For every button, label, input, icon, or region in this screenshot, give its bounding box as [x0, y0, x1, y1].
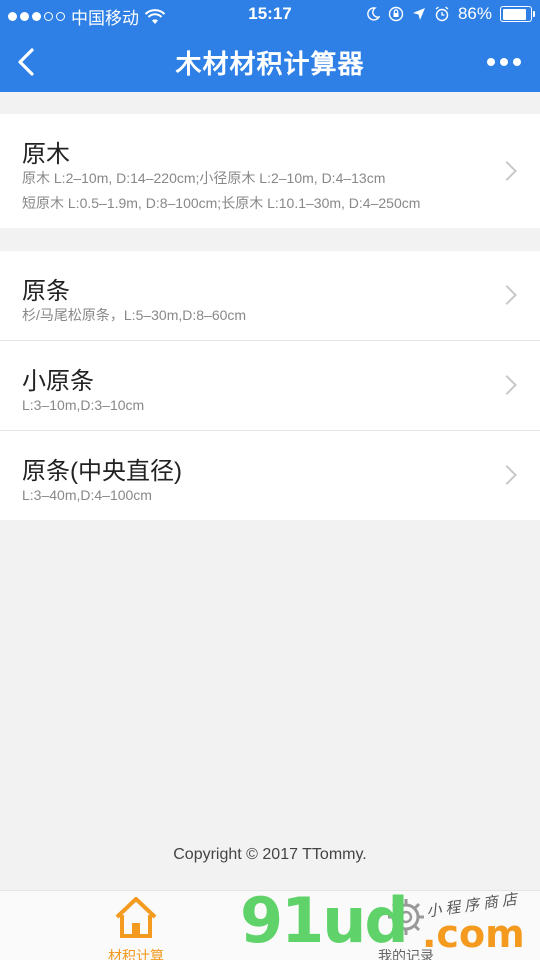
chevron-right-icon	[497, 465, 517, 485]
battery-icon	[500, 6, 535, 22]
watermark-brand: 91ud	[240, 884, 409, 957]
tab-calculate[interactable]: 材积计算	[76, 895, 196, 960]
moon-icon	[367, 7, 380, 21]
chevron-right-icon	[497, 285, 517, 305]
item-desc: L:3–40m,D:4–100cm	[22, 487, 152, 503]
alarm-icon	[435, 6, 449, 22]
nav-bar: 木材材积计算器	[0, 30, 540, 92]
list-item-yuanmu[interactable]: 原木 原木 L:2–10m, D:14–220cm;小径原木 L:2–10m, …	[0, 114, 540, 228]
tab-label: 材积计算	[108, 948, 164, 960]
status-bar: 中国移动 15:17 86%	[0, 0, 540, 30]
watermark: 91ud .com 小程序商店	[240, 884, 540, 960]
status-right: 86%	[366, 4, 535, 24]
item-name: 原木	[22, 141, 70, 168]
list-item-xiaoyuantiao[interactable]: 小原条 L:3–10m,D:3–10cm	[0, 341, 540, 431]
item-name: 原条	[22, 278, 70, 305]
more-icon[interactable]	[484, 52, 524, 72]
location-icon	[412, 8, 425, 20]
item-desc-line: 短原木 L:0.5–1.9m, D:8–100cm;长原木 L:10.1–30m…	[22, 195, 421, 211]
copyright-text: Copyright © 2017 TTommy.	[173, 846, 367, 863]
item-desc: 原木 L:2–10m, D:14–220cm;小径原木 L:2–10m, D:4…	[22, 166, 420, 216]
item-desc-line: 原木 L:2–10m, D:14–220cm;小径原木 L:2–10m, D:4…	[22, 170, 386, 186]
list-item-yuantiao-center[interactable]: 原条(中央直径) L:3–40m,D:4–100cm	[0, 431, 540, 520]
item-desc: L:3–10m,D:3–10cm	[22, 397, 145, 413]
top-bar: 中国移动 15:17 86% 木材材积计算器	[0, 0, 540, 92]
chevron-right-icon	[497, 375, 517, 395]
home-icon	[115, 897, 157, 938]
item-name: 原条(中央直径)	[22, 458, 182, 485]
list-item-yuantiao[interactable]: 原条 杉/马尾松原条，L:5–30m,D:8–60cm	[0, 251, 540, 341]
list-group-1: 原木 原木 L:2–10m, D:14–220cm;小径原木 L:2–10m, …	[0, 114, 540, 228]
list-group-2: 原条 杉/马尾松原条，L:5–30m,D:8–60cm 小原条 L:3–10m,…	[0, 251, 540, 520]
item-desc: 杉/马尾松原条，L:5–30m,D:8–60cm	[22, 307, 247, 323]
item-name: 小原条	[22, 368, 94, 395]
rotation-lock-icon	[388, 6, 404, 22]
chevron-right-icon	[497, 161, 517, 181]
page-title: 木材材积计算器	[175, 49, 365, 79]
battery-percent: 86%	[457, 4, 492, 23]
